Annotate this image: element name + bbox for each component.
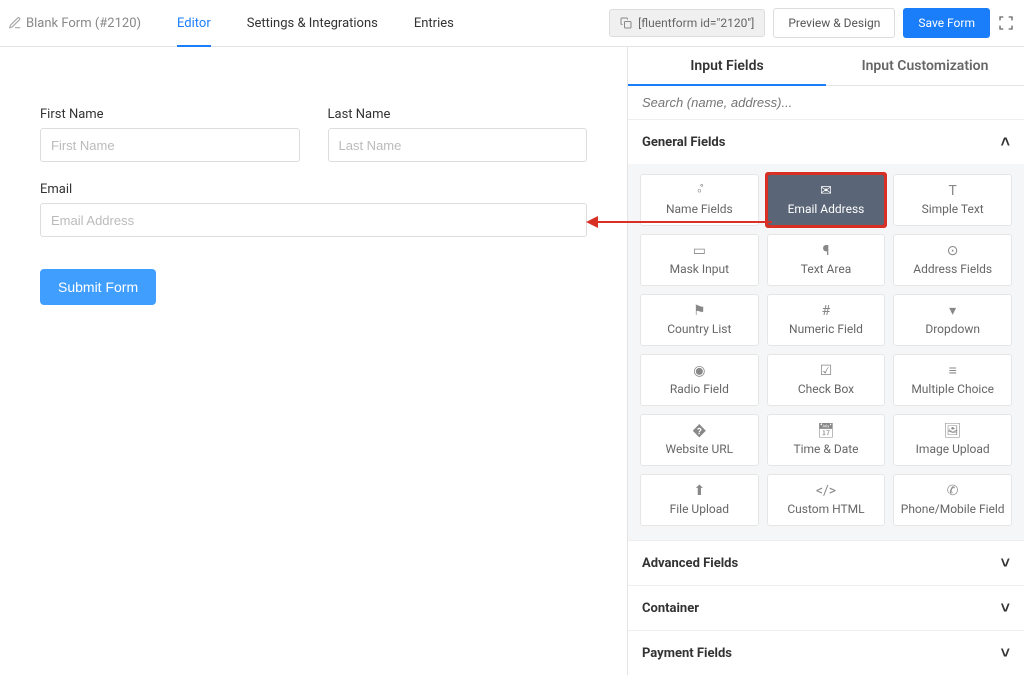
tab-editor[interactable]: Editor (177, 0, 211, 46)
general-fields-grid: ◦̊Name Fields ✉Email Address TSimple Tex… (628, 164, 1024, 540)
field-numeric[interactable]: #Numeric Field (767, 294, 886, 346)
sidebar-tabs: Input Fields Input Customization (628, 47, 1024, 86)
check-icon: ☑ (820, 364, 833, 378)
section-container[interactable]: Container ˅ (628, 585, 1024, 630)
fullscreen-icon[interactable] (998, 15, 1014, 31)
chevron-down-icon: ˅ (1001, 553, 1010, 573)
field-multiple-choice[interactable]: ≡Multiple Choice (893, 354, 1012, 406)
code-icon: </> (816, 484, 836, 498)
mask-icon: ▭ (693, 244, 706, 258)
top-bar: Blank Form (#2120) Editor Settings & Int… (0, 0, 1024, 47)
sidebar-tab-customization[interactable]: Input Customization (826, 47, 1024, 86)
text-icon: T (948, 184, 956, 198)
field-radio[interactable]: ◉Radio Field (640, 354, 759, 406)
field-mask-input[interactable]: ▭Mask Input (640, 234, 759, 286)
field-dropdown[interactable]: ▾Dropdown (893, 294, 1012, 346)
sidebar-tab-input-fields[interactable]: Input Fields (628, 47, 826, 86)
section-general-label: General Fields (642, 135, 725, 150)
last-name-input[interactable] (328, 128, 588, 162)
last-name-field[interactable]: Last Name (328, 107, 588, 162)
field-text-area[interactable]: ¶Text Area (767, 234, 886, 286)
field-country[interactable]: ⚑Country List (640, 294, 759, 346)
hash-icon: # (822, 304, 831, 318)
first-name-field[interactable]: First Name (40, 107, 300, 162)
last-name-label: Last Name (328, 107, 588, 122)
email-input[interactable] (40, 203, 587, 237)
upload-icon: ⬆︎ (693, 484, 705, 498)
sidebar-search-row (628, 86, 1024, 120)
pin-icon: ⊙ (947, 244, 959, 258)
field-phone[interactable]: ✆Phone/Mobile Field (893, 474, 1012, 526)
chevron-up-icon: ˄ (1001, 132, 1010, 152)
envelope-icon: ✉ (820, 184, 832, 198)
paragraph-icon: ¶ (823, 244, 830, 258)
section-advanced-label: Advanced Fields (642, 556, 738, 571)
sidebar-search-input[interactable] (640, 94, 1016, 111)
save-button[interactable]: Save Form (903, 8, 990, 38)
shortcode-text: [fluentform id="2120"] (638, 16, 754, 30)
section-payment-fields[interactable]: Payment Fields ˅ (628, 630, 1024, 675)
form-title[interactable]: Blank Form (#2120) (26, 16, 141, 31)
shortcode-box[interactable]: [fluentform id="2120"] (609, 9, 765, 37)
chevron-down-icon: ˅ (1001, 598, 1010, 618)
form-title-wrap: Blank Form (#2120) (8, 16, 141, 31)
tab-settings[interactable]: Settings & Integrations (247, 0, 378, 46)
submit-button[interactable]: Submit Form (40, 269, 156, 305)
calendar-icon: 📅︎ (817, 424, 835, 438)
copy-icon (620, 17, 632, 29)
field-email[interactable]: ✉Email Address (767, 174, 886, 226)
email-label: Email (40, 182, 587, 197)
link-icon: � (692, 424, 706, 438)
radio-icon: ◉ (693, 364, 705, 378)
field-custom-html[interactable]: </>Custom HTML (767, 474, 886, 526)
chevron-down-icon: ˅ (1001, 643, 1010, 663)
field-date[interactable]: 📅︎Time & Date (767, 414, 886, 466)
field-file-upload[interactable]: ⬆︎File Upload (640, 474, 759, 526)
dropdown-icon: ▾ (949, 304, 956, 318)
field-address[interactable]: ⊙Address Fields (893, 234, 1012, 286)
email-field[interactable]: Email (40, 182, 587, 237)
header-actions: [fluentform id="2120"] Preview & Design … (609, 8, 1024, 38)
image-icon: 🖼︎ (944, 424, 962, 438)
first-name-label: First Name (40, 107, 300, 122)
field-checkbox[interactable]: ☑Check Box (767, 354, 886, 406)
field-image-upload[interactable]: 🖼︎Image Upload (893, 414, 1012, 466)
form-canvas: First Name Last Name Email Submit Form (0, 47, 627, 675)
section-container-label: Container (642, 601, 699, 616)
preview-button[interactable]: Preview & Design (773, 8, 895, 38)
field-simple-text[interactable]: TSimple Text (893, 174, 1012, 226)
sidebar: Input Fields Input Customization General… (627, 47, 1024, 675)
list-icon: ≡ (949, 364, 957, 378)
header-tabs: Editor Settings & Integrations Entries (159, 0, 472, 46)
field-name[interactable]: ◦̊Name Fields (640, 174, 759, 226)
pencil-icon (8, 16, 22, 30)
phone-icon: ✆ (947, 484, 959, 498)
section-payment-label: Payment Fields (642, 646, 732, 661)
section-general-fields[interactable]: General Fields ˄ (628, 120, 1024, 164)
person-icon: ◦̊ (697, 184, 702, 198)
flag-icon: ⚑ (693, 304, 706, 318)
field-url[interactable]: �Website URL (640, 414, 759, 466)
section-advanced-fields[interactable]: Advanced Fields ˅ (628, 540, 1024, 585)
first-name-input[interactable] (40, 128, 300, 162)
tab-entries[interactable]: Entries (414, 0, 454, 46)
